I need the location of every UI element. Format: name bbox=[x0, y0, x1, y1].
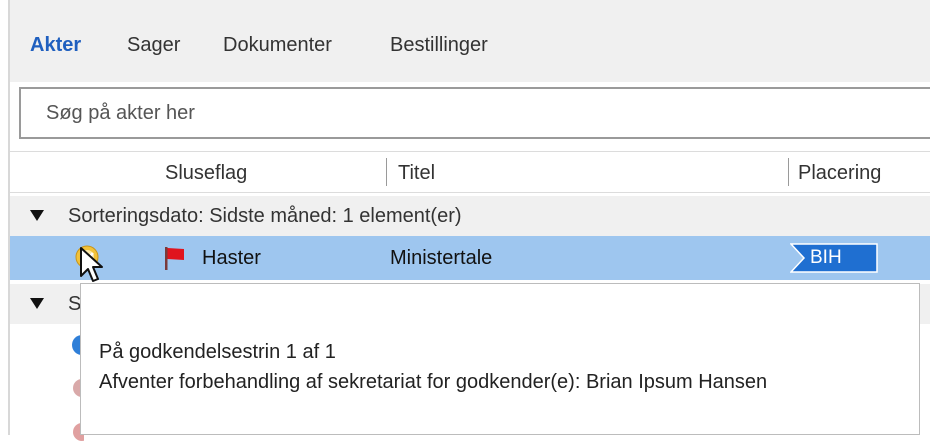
cell-sluseflag: Haster bbox=[202, 247, 261, 269]
tab-sager[interactable]: Sager bbox=[127, 33, 180, 57]
tab-akter[interactable]: Akter bbox=[30, 33, 81, 57]
column-header-titel[interactable]: Titel bbox=[398, 161, 435, 185]
search-box bbox=[19, 87, 930, 139]
table-row[interactable]: Haster Ministertale BIH bbox=[10, 236, 930, 280]
app-window: Akter Sager Dokumenter Bestillinger Slus… bbox=[0, 0, 930, 441]
tab-bestillinger[interactable]: Bestillinger bbox=[390, 33, 488, 57]
top-tab-bar: Akter Sager Dokumenter Bestillinger bbox=[10, 0, 930, 82]
search-input[interactable] bbox=[21, 89, 930, 137]
red-flag-icon bbox=[165, 247, 184, 270]
cell-titel: Ministertale bbox=[390, 247, 493, 269]
placement-badge: BIH bbox=[789, 243, 878, 273]
column-header-row: Sluseflag Titel Placering bbox=[10, 151, 930, 193]
mouse-pointer-icon bbox=[80, 247, 103, 282]
tooltip-line-detail: Afventer forbehandling af sekretariat fo… bbox=[99, 371, 768, 393]
column-header-sluseflag[interactable]: Sluseflag bbox=[165, 161, 247, 185]
tab-dokumenter[interactable]: Dokumenter bbox=[223, 33, 332, 57]
collapse-triangle-icon[interactable] bbox=[30, 298, 44, 309]
collapse-triangle-icon[interactable] bbox=[30, 210, 44, 221]
tooltip-line-step: På godkendelsestrin 1 af 1 bbox=[99, 341, 336, 363]
group-header-row[interactable]: Sorteringsdato: Sidste måned: 1 element(… bbox=[10, 196, 930, 236]
column-resize-handle[interactable] bbox=[788, 158, 789, 186]
column-header-placering[interactable]: Placering bbox=[798, 161, 881, 185]
column-resize-handle[interactable] bbox=[386, 158, 387, 186]
group-label: Sorteringsdato: Sidste måned: 1 element(… bbox=[68, 205, 462, 227]
placement-label: BIH bbox=[810, 247, 842, 268]
status-tooltip: På godkendelsestrin 1 af 1 Afventer forb… bbox=[80, 283, 920, 435]
